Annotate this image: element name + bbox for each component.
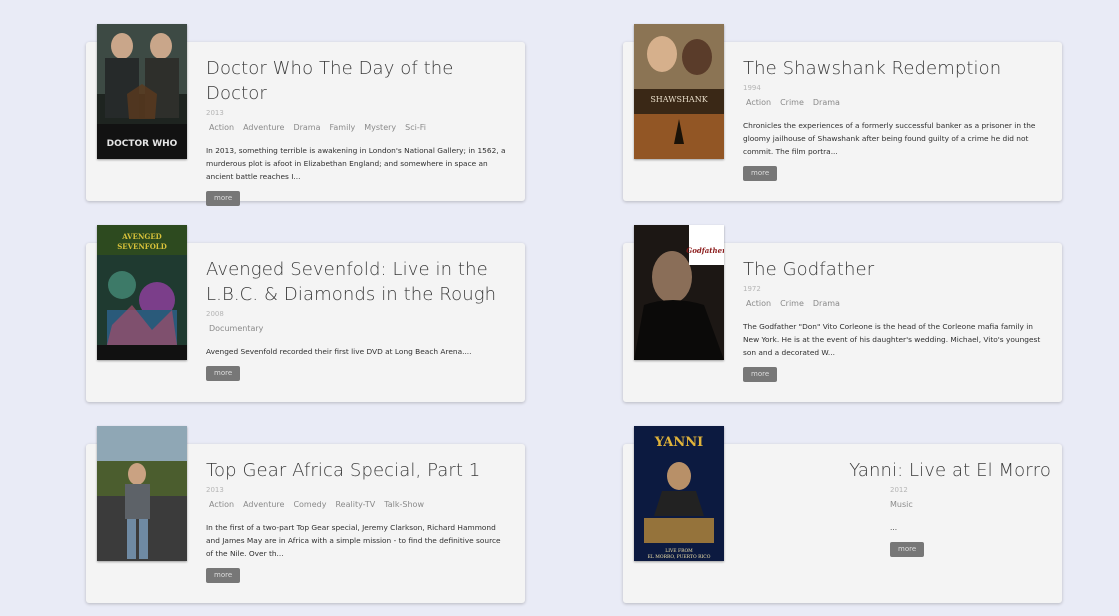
poster-image: DOCTOR WHO [97,24,187,159]
more-button[interactable]: more [743,166,778,181]
more-button[interactable]: more [206,191,241,206]
movie-title[interactable]: Doctor Who The Day of the Doctor [206,56,509,106]
svg-text:SHAWSHANK: SHAWSHANK [650,95,708,104]
genre-tag: Adventure [243,123,285,132]
movie-title[interactable]: Avenged Sevenfold: Live in the L.B.C. & … [206,257,509,307]
movie-description: Chronicles the experiences of a formerly… [743,121,1036,156]
genre-tag: Comedy [293,500,327,509]
genre-tag: Drama [293,123,321,132]
movie-card-godfather[interactable]: Godfather The Godfather 1972 Action Crime… [623,225,1062,402]
more-button[interactable]: more [743,367,778,382]
genre-tag: Adventure [243,500,285,509]
poster-image [97,426,187,561]
more-button[interactable]: more [206,568,241,583]
movie-year: 2013 [206,109,224,117]
movie-card-top-gear[interactable]: Top Gear Africa Special, Part 1 2013 Act… [86,426,525,603]
movie-poster[interactable] [97,426,187,561]
movie-year: 2013 [206,486,224,494]
movie-poster[interactable]: AVENGED SEVENFOLD [97,225,187,360]
more-button[interactable]: more [890,542,925,557]
movie-genres: Music [887,500,1051,510]
movie-year: 1972 [743,285,761,293]
genre-tag: Music [890,500,913,509]
movie-genres: Action Crime Drama [743,299,1046,309]
movie-year: 2012 [890,486,908,494]
movie-genres: Action Adventure Drama Family Mystery Sci-Fi [206,123,509,133]
svg-text:LIVE FROM: LIVE FROM [665,548,693,554]
movie-genres: Action Adventure Comedy Reality-TV Talk-Show [206,500,509,510]
movie-card-doctor-who[interactable]: DOCTOR WHO Doctor Who The Day of the Doc… [86,24,525,206]
svg-text:EL MORRO, PUERTO RICO: EL MORRO, PUERTO RICO [648,554,711,560]
poster-image: YANNI LIVE FROM EL MORRO, PUERTO RICO [634,426,724,561]
movie-card-avenged-sevenfold[interactable]: AVENGED SEVENFOLD Avenged Sevenfold: Liv… [86,225,525,402]
genre-tag: Family [329,123,356,132]
svg-text:AVENGED: AVENGED [121,232,161,241]
genre-tag: Sci-Fi [405,123,426,132]
movie-description: The Godfather "Don" Vito Corleone is the… [743,322,1041,357]
genre-tag: Crime [780,299,804,308]
svg-text:DOCTOR WHO: DOCTOR WHO [107,139,178,149]
movie-card-shawshank[interactable]: SHAWSHANK The Shawshank Redemption 1994 … [623,24,1062,201]
genre-tag: Action [209,123,235,132]
svg-text:SEVENFOLD: SEVENFOLD [117,242,167,251]
genre-tag: Documentary [209,324,264,333]
movie-description: In 2013, something terrible is awakening… [206,146,506,181]
movie-poster[interactable]: DOCTOR WHO [97,24,187,159]
movie-title[interactable]: Top Gear Africa Special, Part 1 [206,458,509,483]
movie-grid: DOCTOR WHO Doctor Who The Day of the Doc… [0,0,1119,616]
genre-tag: Mystery [364,123,397,132]
movie-title[interactable]: Yanni: Live at El Morro [691,458,1051,483]
movie-genres: Action Crime Drama [743,98,1046,108]
svg-text:Godfather: Godfather [686,246,724,255]
movie-poster[interactable]: SHAWSHANK [634,24,724,159]
genre-tag: Drama [812,299,840,308]
genre-tag: Action [209,500,235,509]
movie-year: 1994 [743,84,761,92]
poster-image: Godfather [634,225,724,360]
more-button[interactable]: more [206,366,241,381]
poster-image: AVENGED SEVENFOLD [97,225,187,360]
movie-title[interactable]: The Shawshank Redemption [743,56,1046,81]
poster-image: SHAWSHANK [634,24,724,159]
movie-description: Avenged Sevenfold recorded their first l… [206,347,472,356]
movie-poster[interactable]: YANNI LIVE FROM EL MORRO, PUERTO RICO [634,426,724,561]
genre-tag: Crime [780,98,804,107]
movie-poster[interactable]: Godfather [634,225,724,360]
genre-tag: Talk-Show [384,500,424,509]
movie-genres: Documentary [206,324,509,334]
movie-description: In the first of a two-part Top Gear spec… [206,523,501,558]
genre-tag: Reality-TV [335,500,376,509]
genre-tag: Action [746,98,772,107]
svg-text:YANNI: YANNI [654,435,703,450]
genre-tag: Drama [812,98,840,107]
movie-description: ... [890,523,898,532]
movie-year: 2008 [206,310,224,318]
movie-card-yanni[interactable]: YANNI LIVE FROM EL MORRO, PUERTO RICO Ya… [623,426,1062,603]
genre-tag: Action [746,299,772,308]
movie-title[interactable]: The Godfather [743,257,1046,282]
